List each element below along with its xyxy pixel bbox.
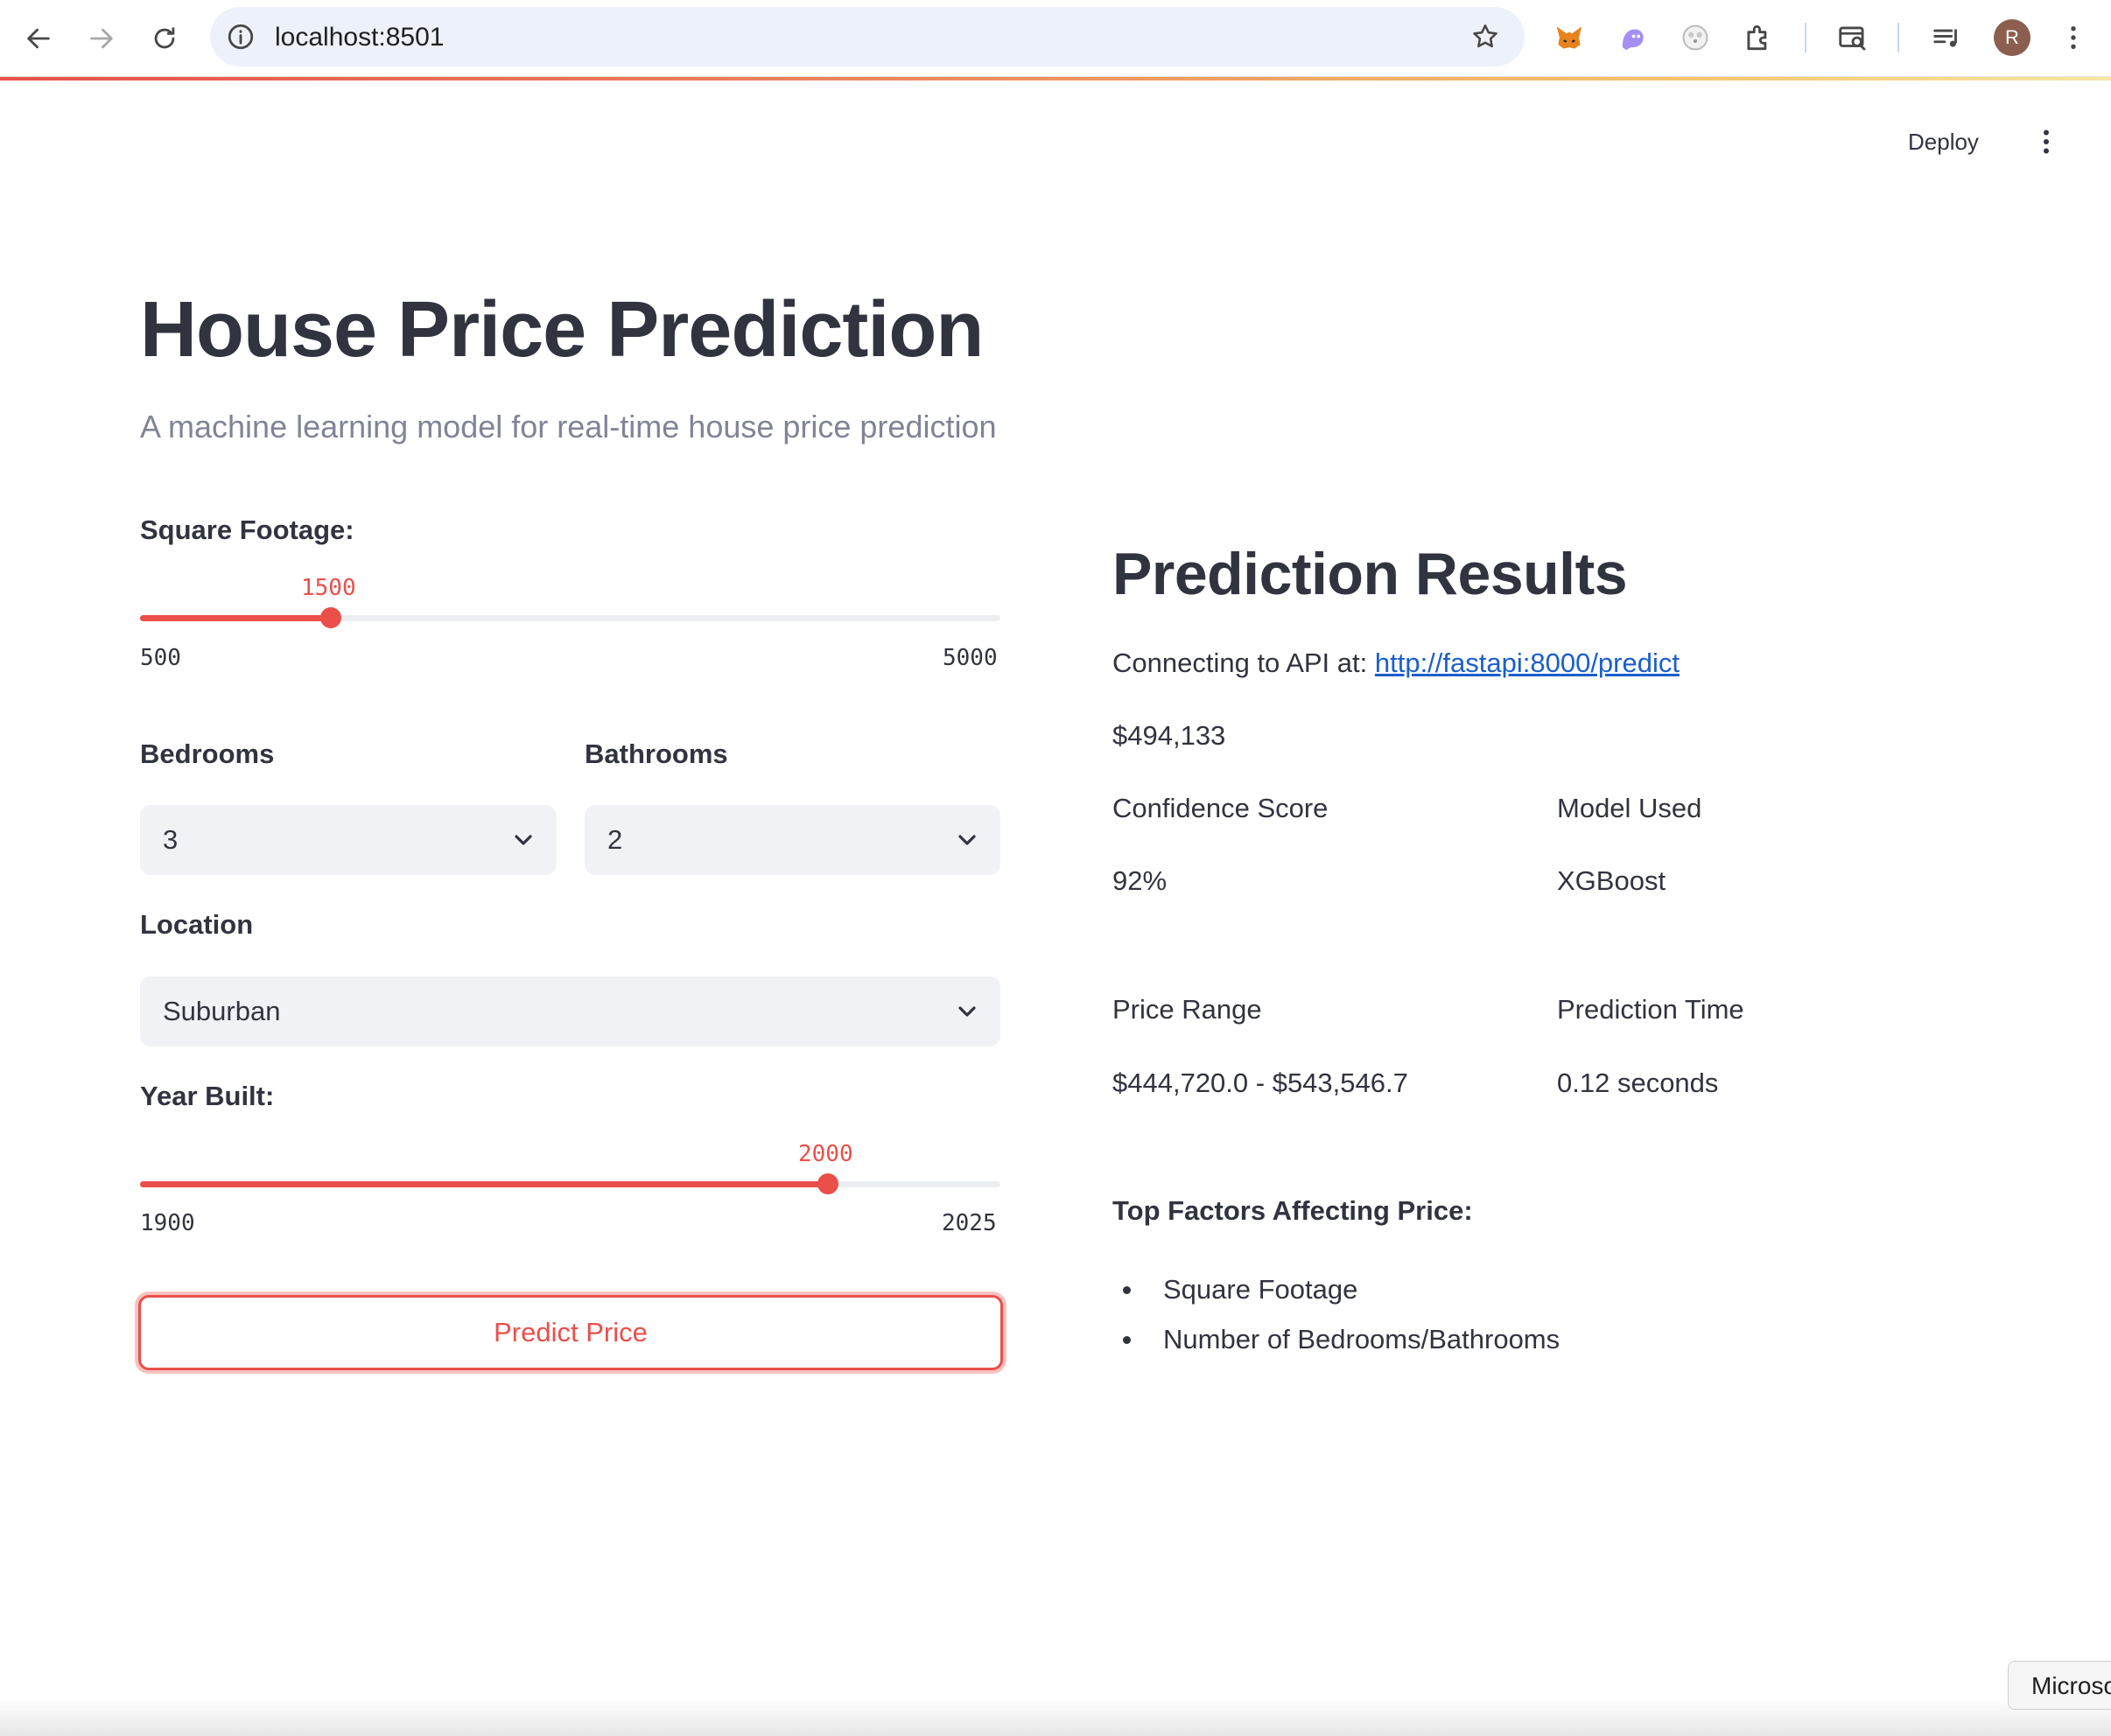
- reload-icon: [154, 27, 175, 49]
- toolbar-separator-2: [1897, 23, 1899, 52]
- chevron-down-icon: [515, 835, 532, 845]
- year-built-slider[interactable]: [140, 1181, 1000, 1187]
- profile-avatar[interactable]: R: [1994, 19, 2030, 56]
- predicted-price: $494,133: [1112, 720, 1226, 751]
- location-selected-value: Suburban: [163, 996, 281, 1026]
- top-factors-title: Top Factors Affecting Price:: [1112, 1195, 1473, 1226]
- page-load-progress-bar: [0, 77, 2111, 80]
- window-bottom-shadow: [0, 1698, 2111, 1736]
- bookmark-star-icon[interactable]: [1470, 22, 1500, 52]
- confidence-score-label: Confidence Score: [1112, 793, 1329, 823]
- browser-toolbar: localhost:8501 R: [0, 0, 2111, 77]
- api-connection-text: Connecting to API at: http://fastapi:800…: [1112, 646, 1680, 681]
- location-label: Location: [140, 909, 254, 940]
- back-button[interactable]: [16, 16, 61, 61]
- square-footage-slider-thumb[interactable]: [320, 607, 341, 628]
- bullet-dot: [1123, 1336, 1131, 1344]
- ghost-extension-icon[interactable]: [1612, 18, 1652, 58]
- confidence-score-value: 92%: [1112, 865, 1168, 896]
- chevron-down-icon: [958, 835, 976, 845]
- predict-price-button[interactable]: Predict Price: [138, 1295, 1003, 1370]
- square-footage-max-label: 5000: [943, 645, 998, 671]
- api-prefix-text: Connecting to API at:: [1112, 648, 1375, 678]
- bathrooms-select[interactable]: 2: [585, 805, 1000, 875]
- prediction-time-label: Prediction Time: [1557, 994, 1744, 1025]
- year-built-slider-fill: [140, 1181, 828, 1187]
- square-footage-min-label: 500: [140, 645, 181, 671]
- year-built-value: 2000: [798, 1141, 853, 1167]
- browser-menu-icon[interactable]: [2053, 18, 2093, 58]
- year-built-min-label: 1900: [140, 1210, 195, 1236]
- year-built-slider-thumb[interactable]: [817, 1173, 838, 1194]
- metamask-extension-icon[interactable]: [1549, 18, 1589, 58]
- panda-extension-icon[interactable]: [1675, 18, 1715, 58]
- square-footage-label: Square Footage:: [140, 514, 354, 545]
- forward-arrow-icon: [90, 28, 113, 49]
- bullet-dot: [1123, 1286, 1131, 1294]
- factor-list-item: Number of Bedrooms/Bathrooms: [1163, 1324, 1560, 1354]
- bathrooms-selected-value: 2: [607, 824, 623, 855]
- deploy-button[interactable]: Deploy: [1908, 126, 1979, 158]
- model-used-value: XGBoost: [1557, 865, 1666, 896]
- results-title: Prediction Results: [1112, 541, 1628, 607]
- back-arrow-icon: [27, 28, 50, 49]
- year-built-label: Year Built:: [140, 1081, 275, 1111]
- tab-search-icon[interactable]: [1833, 18, 1873, 58]
- reload-button[interactable]: [142, 16, 187, 61]
- square-footage-slider-fill: [140, 615, 331, 621]
- year-built-max-label: 2025: [942, 1210, 997, 1236]
- location-select[interactable]: Suburban: [140, 976, 1000, 1046]
- forward-button[interactable]: [79, 16, 124, 61]
- media-controls-icon[interactable]: [1927, 18, 1967, 58]
- page-title: House Price Prediction: [140, 286, 984, 374]
- prediction-time-value: 0.12 seconds: [1557, 1068, 1719, 1098]
- main-menu-icon[interactable]: [2030, 124, 2062, 159]
- model-used-label: Model Used: [1557, 793, 1702, 823]
- price-range-value: $444,720.0 - $543,546.7: [1112, 1068, 1408, 1098]
- address-bar[interactable]: localhost:8501: [210, 7, 1525, 66]
- chevron-down-icon: [958, 1006, 976, 1017]
- page-subtitle: A machine learning model for real-time h…: [140, 409, 997, 444]
- toolbar-separator: [1805, 23, 1806, 52]
- price-range-label: Price Range: [1112, 994, 1262, 1025]
- api-url-link[interactable]: http://fastapi:8000/predict: [1375, 648, 1680, 678]
- factor-list-item: Square Footage: [1163, 1274, 1358, 1305]
- url-text[interactable]: localhost:8501: [275, 23, 444, 52]
- bedrooms-label: Bedrooms: [140, 738, 275, 769]
- extensions-puzzle-icon[interactable]: [1738, 18, 1778, 58]
- bathrooms-label: Bathrooms: [585, 738, 728, 769]
- bedrooms-select[interactable]: 3: [140, 805, 557, 875]
- bedrooms-selected-value: 3: [163, 824, 179, 855]
- site-info-icon[interactable]: [226, 22, 256, 52]
- square-footage-value: 1500: [301, 575, 356, 601]
- square-footage-slider[interactable]: [140, 615, 1000, 621]
- microsoft-popup-chip[interactable]: Microsoft: [2008, 1661, 2111, 1710]
